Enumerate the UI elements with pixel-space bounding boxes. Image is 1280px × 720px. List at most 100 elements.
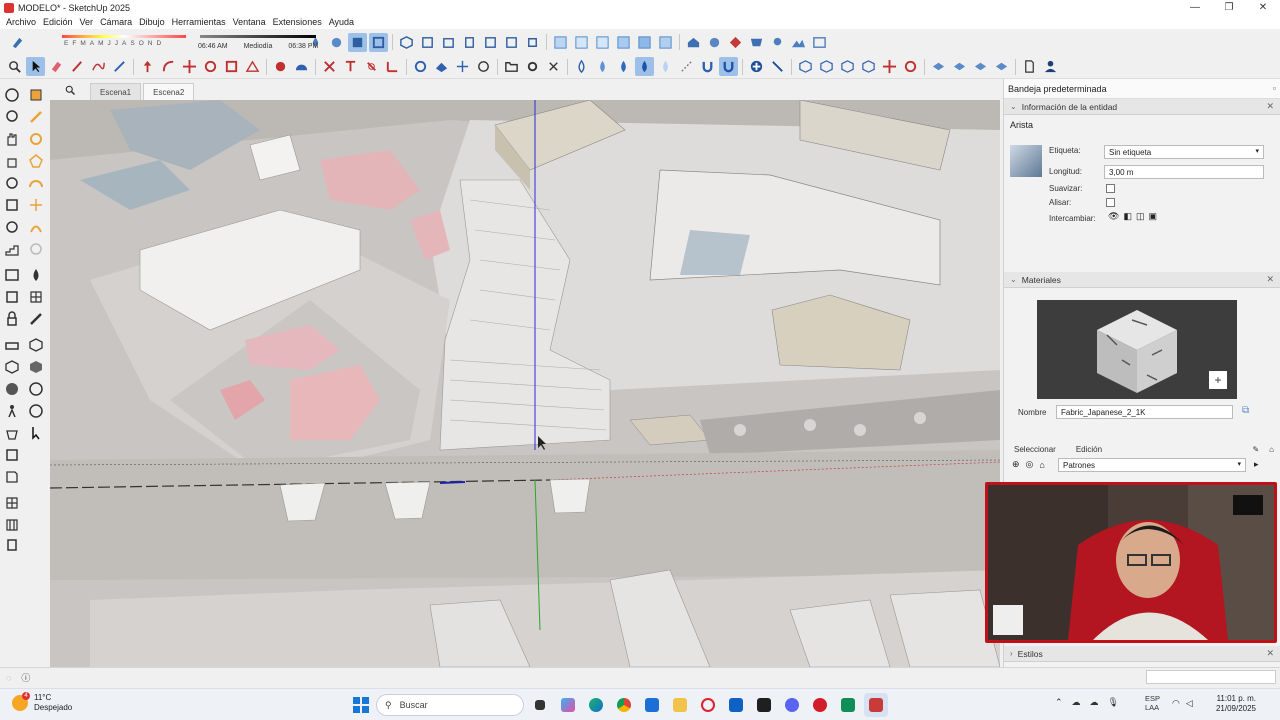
lock-tool-icon[interactable] <box>2 309 22 329</box>
style-xray-icon[interactable] <box>551 33 570 52</box>
warehouse-icon[interactable] <box>684 33 703 52</box>
freehand-icon[interactable] <box>89 57 108 76</box>
cube-tool-icon[interactable] <box>26 335 46 355</box>
layer-3-icon[interactable] <box>971 57 990 76</box>
soften-checkbox[interactable] <box>1106 184 1115 193</box>
scale-icon[interactable] <box>222 57 241 76</box>
edge-icon[interactable] <box>584 693 608 717</box>
folder-icon[interactable] <box>502 57 521 76</box>
sphere-tool-icon[interactable] <box>2 379 22 399</box>
follow-me-icon[interactable] <box>159 57 178 76</box>
home-icon[interactable]: ⌂ <box>1039 460 1044 470</box>
close-icon[interactable]: ✕ <box>1266 101 1274 112</box>
columns-tool-icon[interactable] <box>2 515 22 535</box>
text-tool-icon[interactable] <box>341 57 360 76</box>
ruler-tool-icon[interactable] <box>26 309 46 329</box>
back-view-icon[interactable] <box>481 33 500 52</box>
materials-header[interactable]: ⌄ Materiales ✕ <box>1004 272 1280 288</box>
drop-light-icon[interactable] <box>656 57 675 76</box>
paint-tool-icon[interactable] <box>26 265 46 285</box>
material-collection-select[interactable]: Patrones ▾ <box>1058 458 1246 472</box>
group-tool-icon[interactable] <box>2 357 22 377</box>
magnet-icon[interactable] <box>698 57 717 76</box>
label-select[interactable]: Sin etiqueta ▾ <box>1104 145 1264 159</box>
chrome-icon[interactable] <box>612 693 636 717</box>
axis-tool-icon[interactable] <box>26 195 46 215</box>
hexagon-4-icon[interactable] <box>859 57 878 76</box>
polygon-tool-icon[interactable] <box>26 151 46 171</box>
smoove-icon[interactable] <box>453 57 472 76</box>
orbit-tool-icon[interactable] <box>2 85 22 105</box>
paint-bucket-icon[interactable] <box>635 57 654 76</box>
style-wireframe-icon[interactable] <box>572 33 591 52</box>
disabled-tool-icon[interactable] <box>26 239 46 259</box>
ball-tool-icon[interactable] <box>26 401 46 421</box>
circle-tool-icon[interactable] <box>26 129 46 149</box>
shadow-receive-icon[interactable]: ◫ <box>1136 211 1145 222</box>
details-arrow-icon[interactable]: ▸ <box>1254 459 1259 470</box>
stack-tool-icon[interactable] <box>2 535 22 555</box>
drop-full-icon[interactable] <box>614 57 633 76</box>
axes-tool-icon[interactable] <box>383 57 402 76</box>
right-view-icon[interactable] <box>460 33 479 52</box>
material-name-field[interactable]: Fabric_Japanese_2_1K <box>1056 405 1233 419</box>
onedrive-icon[interactable]: ☁ <box>1090 697 1099 708</box>
trimble-connect-icon[interactable] <box>747 33 766 52</box>
frame-tool-icon[interactable] <box>2 287 22 307</box>
top-view-icon[interactable] <box>418 33 437 52</box>
recorder-icon[interactable] <box>808 693 832 717</box>
explode-icon[interactable] <box>880 57 899 76</box>
layer-1-icon[interactable] <box>929 57 948 76</box>
cube-solid-icon[interactable] <box>26 357 46 377</box>
scene-tab-1[interactable]: Escena1 <box>90 83 142 100</box>
hexagon-3-icon[interactable] <box>838 57 857 76</box>
duplicate-material-icon[interactable]: ⧉ <box>1242 405 1249 416</box>
store-icon[interactable] <box>640 693 664 717</box>
menu-ver[interactable]: Ver <box>78 17 99 27</box>
shape-tool-icon[interactable] <box>26 217 46 237</box>
solid-tools-icon[interactable] <box>411 57 430 76</box>
protractor-icon[interactable] <box>292 57 311 76</box>
menu-herramientas[interactable]: Herramientas <box>170 17 231 27</box>
length-field[interactable]: 3,00 m <box>1104 165 1264 179</box>
layer-2-icon[interactable] <box>950 57 969 76</box>
close-icon[interactable]: ✕ <box>1266 274 1274 285</box>
panel-tool-icon[interactable] <box>2 445 22 465</box>
hand-tool-icon[interactable] <box>2 129 22 149</box>
tray-pin-icon[interactable]: ▫ <box>1273 83 1276 93</box>
note-tool-icon[interactable] <box>2 467 22 487</box>
window-tool-icon[interactable] <box>2 265 22 285</box>
menu-ayuda[interactable]: Ayuda <box>327 17 359 27</box>
tab-select[interactable]: Seleccionar <box>1004 445 1066 454</box>
menu-camara[interactable]: Cámara <box>98 17 137 27</box>
chevron-up-icon[interactable]: ⌃ <box>1055 697 1063 708</box>
volume-icon[interactable]: ◁ <box>1186 698 1193 709</box>
add-location-icon[interactable] <box>768 33 787 52</box>
system-clock[interactable]: 11:01 p. m. 21/09/2025 <box>1200 694 1256 714</box>
select-tool-icon[interactable] <box>26 57 45 76</box>
person-tool-icon[interactable] <box>2 401 22 421</box>
bucket-tool-icon[interactable] <box>2 423 22 443</box>
windows-start-icon[interactable] <box>350 694 372 716</box>
user-account-icon[interactable] <box>1041 57 1060 76</box>
new-document-icon[interactable] <box>1020 57 1039 76</box>
sketchup-taskbar-icon[interactable] <box>864 693 888 717</box>
style-textures-icon[interactable] <box>635 33 654 52</box>
photo-texture-icon[interactable] <box>810 33 829 52</box>
restore-button[interactable]: ❐ <box>1212 0 1246 15</box>
shadow-cast-icon[interactable]: ◧ <box>1123 211 1132 222</box>
layer-4-icon[interactable] <box>992 57 1011 76</box>
snap-icon[interactable] <box>677 57 696 76</box>
hexagon-1-icon[interactable] <box>796 57 815 76</box>
scene-tab-2[interactable]: Escena2 <box>143 83 195 100</box>
grid-tool-icon[interactable] <box>26 287 46 307</box>
sandbox-icon[interactable] <box>432 57 451 76</box>
shape-icon[interactable] <box>474 57 493 76</box>
front-view-icon[interactable] <box>439 33 458 52</box>
car-tool-icon[interactable] <box>2 335 22 355</box>
share-component-icon[interactable] <box>705 33 724 52</box>
walk-tool-icon[interactable] <box>2 217 22 237</box>
weather-widget[interactable]: 4 11°C Despejado <box>12 692 72 713</box>
left-view-icon[interactable] <box>502 33 521 52</box>
eraser-icon[interactable] <box>47 57 66 76</box>
